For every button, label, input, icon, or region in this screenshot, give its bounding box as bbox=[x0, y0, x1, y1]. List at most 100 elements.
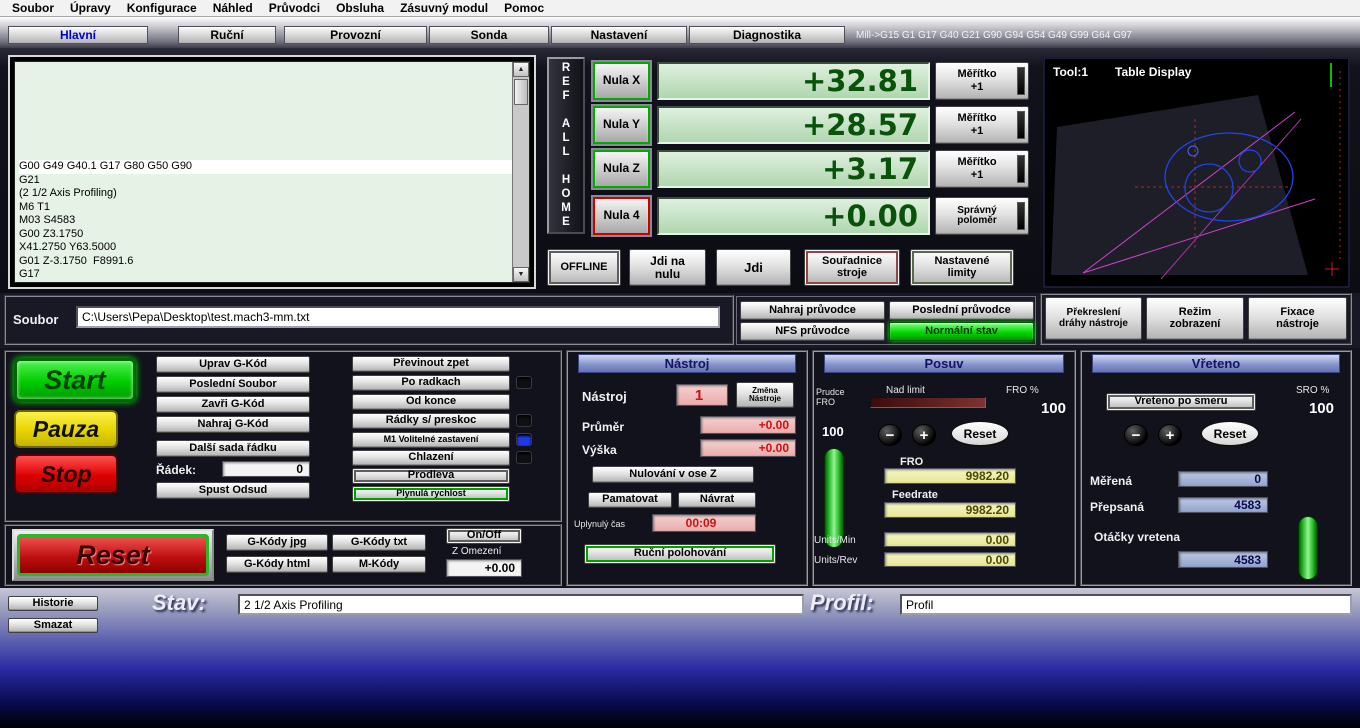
menu-upravy[interactable]: Úpravy bbox=[62, 1, 119, 15]
z-axis-dro[interactable]: +3.17 bbox=[657, 150, 930, 188]
load-wizard-button[interactable]: Nahraj průvodce bbox=[740, 301, 885, 320]
tool-diameter-dro[interactable]: +0.00 bbox=[700, 416, 796, 434]
gcodes-txt-button[interactable]: G-Kódy txt bbox=[332, 534, 426, 551]
goto-button[interactable]: Jdi bbox=[716, 249, 791, 286]
start-button[interactable]: Start bbox=[14, 358, 136, 402]
jog-mode-toggle-button[interactable]: Ruční polohování bbox=[584, 544, 776, 564]
scroll-down-icon[interactable]: ▼ bbox=[513, 267, 529, 282]
dwell-button[interactable]: Prodleva bbox=[352, 468, 510, 484]
toolpath-display[interactable]: Tool:1 Table Display bbox=[1043, 57, 1350, 288]
last-wizard-button[interactable]: Poslední průvodce bbox=[889, 301, 1034, 320]
zero-z-button[interactable]: Nula Z bbox=[593, 150, 650, 188]
coolant-button[interactable]: Chlazení bbox=[352, 450, 510, 466]
zero-4-button[interactable]: Nula 4 bbox=[593, 197, 650, 235]
tab-sonda[interactable]: Sonda bbox=[429, 26, 549, 44]
menu-obsluha[interactable]: Obsluha bbox=[328, 1, 392, 15]
scale-value: +1 bbox=[970, 124, 984, 137]
display-mode-button[interactable]: Režim zobrazení bbox=[1146, 297, 1244, 340]
run-from-here-button[interactable]: Spust Odsud bbox=[156, 482, 310, 499]
fro-dro[interactable]: 9982.20 bbox=[884, 468, 1016, 484]
menu-pruvodci[interactable]: Průvodci bbox=[261, 1, 328, 15]
gcode-scrollbar[interactable]: ▲ ▼ bbox=[512, 62, 529, 282]
scale-z-button[interactable]: Měřítko +1 bbox=[935, 150, 1029, 188]
remember-button[interactable]: Pamatovat bbox=[588, 492, 672, 508]
pause-button[interactable]: Pauza bbox=[14, 410, 118, 448]
history-button[interactable]: Historie bbox=[8, 596, 98, 611]
over-limit-label: Nad limit bbox=[886, 385, 925, 396]
menu-soubor[interactable]: Soubor bbox=[4, 1, 62, 15]
gcode-viewer[interactable]: G00 G49 G40.1 G17 G80 G50 G90 G21 (2 1/2… bbox=[14, 61, 530, 283]
gcodes-html-button[interactable]: G-Kódy html bbox=[226, 556, 328, 573]
m1-optional-stop-button[interactable]: M1 Volitelné zastavení bbox=[352, 432, 510, 448]
return-button[interactable]: Návrat bbox=[678, 492, 756, 508]
scroll-up-icon[interactable]: ▲ bbox=[513, 62, 529, 77]
mcodes-button[interactable]: M-Kódy bbox=[332, 556, 426, 573]
cv-mode-button[interactable]: Plynulá rychlost bbox=[352, 486, 510, 502]
clear-status-button[interactable]: Smazat bbox=[8, 618, 98, 633]
feedrate-dro[interactable]: 9982.20 bbox=[884, 502, 1016, 518]
z-inhibit-dro[interactable]: +0.00 bbox=[446, 559, 522, 577]
spindle-plus-button[interactable]: + bbox=[1158, 424, 1182, 446]
elapsed-time-label: Uplynulý čas bbox=[574, 519, 626, 529]
reset-button[interactable]: Reset bbox=[17, 534, 209, 576]
set-next-line-button[interactable]: Další sada řádku bbox=[156, 440, 310, 457]
spindle-override-slider[interactable] bbox=[1298, 516, 1318, 580]
reverse-button[interactable]: Od konce bbox=[352, 394, 510, 410]
scale-indicator-bar bbox=[1017, 111, 1025, 139]
gcodes-jpg-button[interactable]: G-Kódy jpg bbox=[226, 534, 328, 551]
scale-y-button[interactable]: Měřítko +1 bbox=[935, 106, 1029, 144]
radius-correct-button[interactable]: Správný poloměr bbox=[935, 197, 1029, 235]
single-step-button[interactable]: Po radkach bbox=[352, 375, 510, 391]
line-number-dro[interactable]: 0 bbox=[222, 461, 310, 477]
tool-number-dro[interactable]: 1 bbox=[676, 384, 728, 406]
scale-indicator-bar bbox=[1017, 202, 1025, 230]
recent-file-button[interactable]: Poslední Soubor bbox=[156, 376, 310, 393]
offline-button[interactable]: OFFLINE bbox=[547, 249, 621, 286]
touch-z-button[interactable]: Nulování v ose Z bbox=[592, 466, 754, 483]
machine-coords-button[interactable]: Souřadnice stroje bbox=[804, 249, 900, 286]
nfs-wizard-button[interactable]: NFS průvodce bbox=[740, 322, 885, 341]
scrollbar-thumb[interactable] bbox=[514, 79, 528, 105]
feed-reset-button[interactable]: Reset bbox=[950, 420, 1010, 447]
rewind-button[interactable]: Převinout zpet bbox=[352, 356, 510, 372]
spindle-cw-toggle-button[interactable]: Vreteno po smeru bbox=[1106, 393, 1256, 411]
tab-diagnostika[interactable]: Diagnostika bbox=[689, 26, 845, 44]
tool-fix-button[interactable]: Fixace nástroje bbox=[1248, 297, 1347, 340]
close-gcode-button[interactable]: Zavři G-Kód bbox=[156, 396, 310, 413]
scrollbar-track[interactable] bbox=[513, 105, 529, 267]
tab-provozni[interactable]: Provozní bbox=[284, 26, 427, 44]
feed-minus-button[interactable]: − bbox=[878, 424, 902, 446]
tab-nastaveni[interactable]: Nastavení bbox=[551, 26, 687, 44]
scale-x-button[interactable]: Měřítko +1 bbox=[935, 62, 1029, 100]
block-delete-button[interactable]: Rádky s/ preskoc bbox=[352, 413, 510, 429]
file-path-input[interactable] bbox=[76, 306, 720, 328]
a-axis-dro[interactable]: +0.00 bbox=[657, 197, 930, 235]
zero-x-button[interactable]: Nula X bbox=[593, 62, 650, 100]
feed-plus-button[interactable]: + bbox=[912, 424, 936, 446]
menu-zasuvny-modul[interactable]: Zásuvný modul bbox=[392, 1, 496, 15]
ref-all-home-button[interactable]: REF ALL HOME bbox=[547, 57, 585, 234]
change-tool-button[interactable]: Změna Nástroje bbox=[736, 382, 794, 408]
feed-override-slider[interactable] bbox=[824, 448, 844, 548]
menu-pomoc[interactable]: Pomoc bbox=[496, 1, 552, 15]
menu-nahled[interactable]: Náhled bbox=[205, 1, 261, 15]
spindle-override-dro[interactable]: 4583 bbox=[1178, 497, 1268, 513]
tab-rucni[interactable]: Ruční bbox=[178, 26, 276, 44]
z-inhibit-onoff-button[interactable]: On/Off bbox=[446, 528, 522, 544]
spindle-minus-button[interactable]: − bbox=[1124, 424, 1148, 446]
zero-y-button[interactable]: Nula Y bbox=[593, 106, 650, 144]
goto-zero-button[interactable]: Jdi na nulu bbox=[629, 249, 706, 286]
regen-toolpath-button[interactable]: Překreslení dráhy nástroje bbox=[1045, 297, 1142, 340]
menu-konfigurace[interactable]: Konfigurace bbox=[119, 1, 205, 15]
normal-state-indicator[interactable]: Normální stav bbox=[889, 322, 1034, 341]
edit-gcode-button[interactable]: Uprav G-Kód bbox=[156, 356, 310, 373]
spindle-rpm-dro[interactable]: 4583 bbox=[1178, 551, 1268, 568]
tab-hlavni[interactable]: Hlavní bbox=[8, 26, 148, 44]
x-axis-dro[interactable]: +32.81 bbox=[657, 62, 930, 100]
load-gcode-button[interactable]: Nahraj G-Kód bbox=[156, 416, 310, 433]
soft-limits-button[interactable]: Nastavené limity bbox=[910, 249, 1014, 286]
y-axis-dro[interactable]: +28.57 bbox=[657, 106, 930, 144]
spindle-reset-button[interactable]: Reset bbox=[1200, 420, 1260, 447]
tool-height-dro[interactable]: +0.00 bbox=[700, 439, 796, 457]
stop-button[interactable]: Stop bbox=[14, 454, 118, 494]
